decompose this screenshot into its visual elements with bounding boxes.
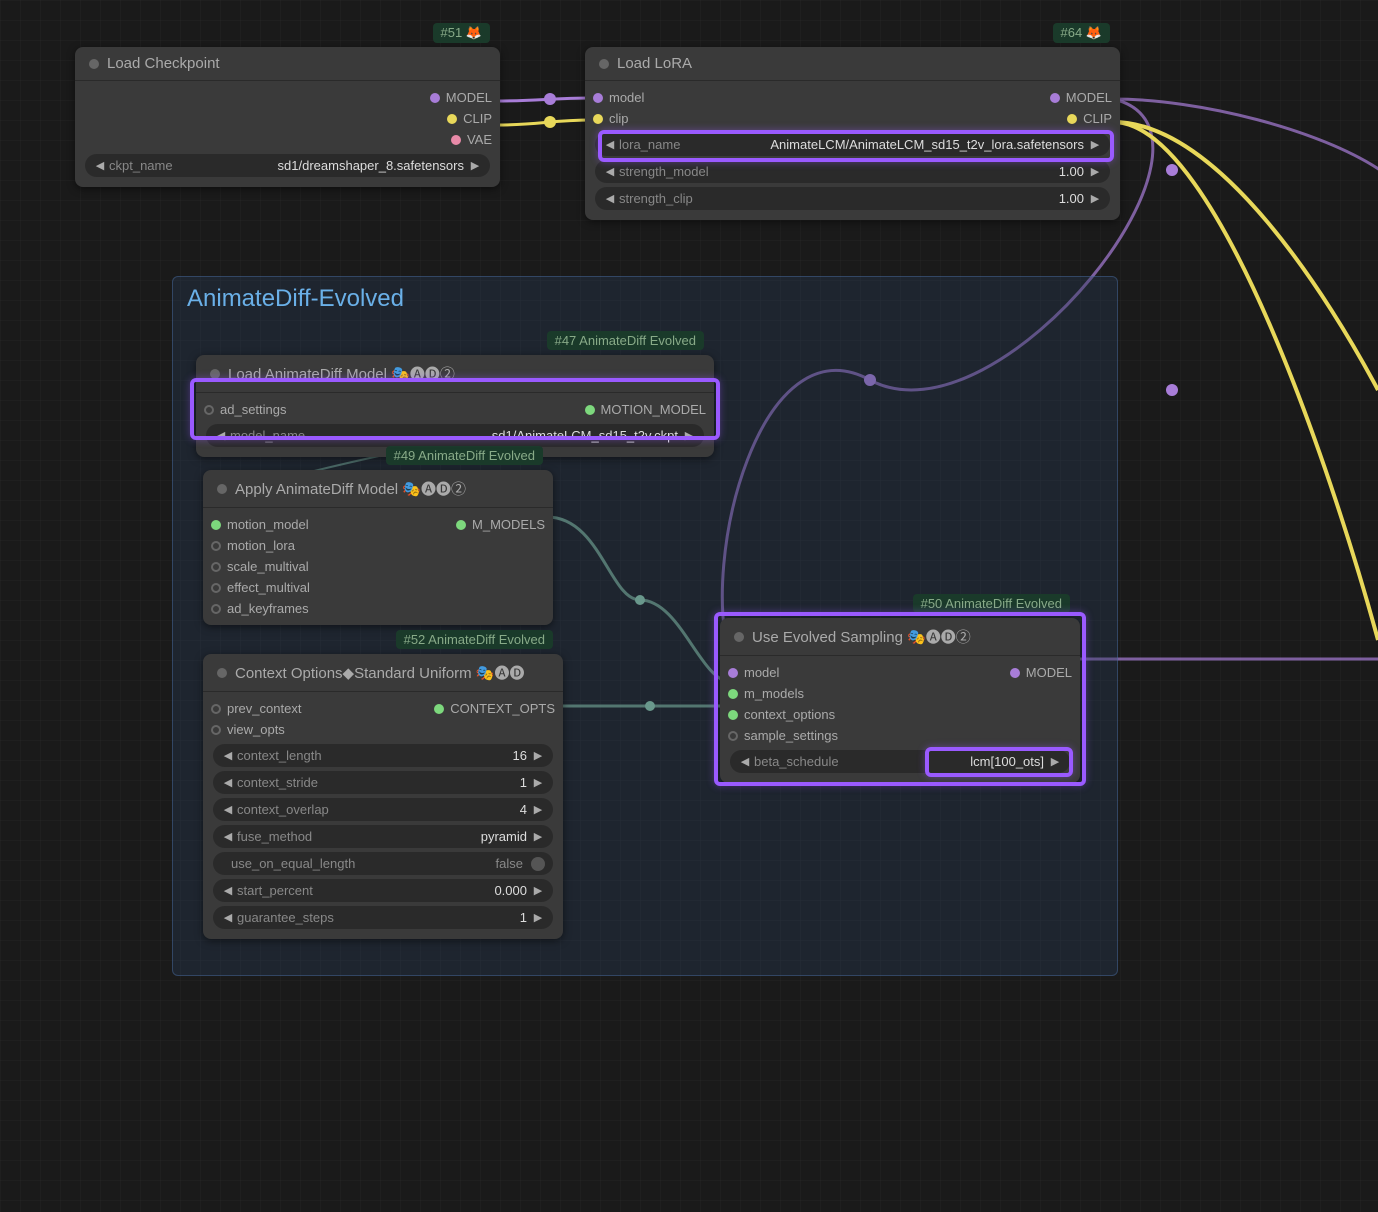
arrow-left-icon[interactable]: ◀ — [214, 429, 228, 442]
port-in-prev-context[interactable]: prev_context — [211, 701, 301, 716]
node-header[interactable]: Apply AnimateDiff Model 🎭🅐🅓② — [203, 470, 553, 508]
arrow-right-icon[interactable]: ▶ — [1088, 138, 1102, 151]
node-apply-ad-model[interactable]: #49 AnimateDiff Evolved Apply AnimateDif… — [203, 470, 553, 625]
port-in-ad-keyframes[interactable]: ad_keyframes — [211, 601, 309, 616]
node-title: Apply AnimateDiff Model 🎭🅐🅓② — [235, 478, 466, 499]
port-out-model[interactable]: MODEL — [430, 90, 492, 105]
node-title: Context Options◆Standard Uniform 🎭🅐🅓 — [235, 662, 525, 683]
widget-model-name[interactable]: ◀ model_name sd1/AnimateLCM_sd15_t2v.ckp… — [206, 424, 704, 447]
port-out-model[interactable]: MODEL — [1010, 665, 1072, 680]
arrow-right-icon[interactable]: ▶ — [468, 159, 482, 172]
node-load-lora[interactable]: #64 🦊 Load LoRA model MODEL clip CLIP ◀ … — [585, 47, 1120, 220]
widget-context-overlap[interactable]: ◀context_overlap4▶ — [213, 798, 553, 821]
port-in-ad-settings[interactable]: ad_settings — [204, 402, 287, 417]
collapse-dot[interactable] — [89, 59, 99, 69]
arrow-left-icon[interactable]: ◀ — [93, 159, 107, 172]
group-title: AnimateDiff-Evolved — [173, 277, 1117, 321]
collapse-dot[interactable] — [217, 484, 227, 494]
port-in-scale-multival[interactable]: scale_multival — [211, 559, 309, 574]
node-header[interactable]: Context Options◆Standard Uniform 🎭🅐🅓 — [203, 654, 563, 692]
collapse-dot[interactable] — [210, 369, 220, 379]
widget-use-on-equal-length[interactable]: use_on_equal_lengthfalse — [213, 852, 553, 875]
arrow-right-icon[interactable]: ▶ — [1088, 192, 1102, 205]
port-in-sample-settings[interactable]: sample_settings — [728, 728, 838, 743]
widget-start-percent[interactable]: ◀start_percent0.000▶ — [213, 879, 553, 902]
widget-context-length[interactable]: ◀context_length16▶ — [213, 744, 553, 767]
node-header[interactable]: Use Evolved Sampling 🎭🅐🅓② — [720, 618, 1080, 656]
node-tag: #52 AnimateDiff Evolved — [396, 630, 553, 649]
widget-context-stride[interactable]: ◀context_stride1▶ — [213, 771, 553, 794]
node-tag: #49 AnimateDiff Evolved — [386, 446, 543, 465]
collapse-dot[interactable] — [217, 668, 227, 678]
port-out-model[interactable]: MODEL — [1050, 90, 1112, 105]
node-tag: #51 🦊 — [433, 23, 491, 43]
arrow-left-icon[interactable]: ◀ — [603, 138, 617, 151]
port-out-vae[interactable]: VAE — [451, 132, 492, 147]
port-in-motion-model[interactable]: motion_model — [211, 517, 309, 532]
node-context-options[interactable]: #52 AnimateDiff Evolved Context Options◆… — [203, 654, 563, 939]
port-out-motion-model[interactable]: MOTION_MODEL — [585, 402, 706, 417]
port-in-context-options[interactable]: context_options — [728, 707, 835, 722]
widget-guarantee-steps[interactable]: ◀guarantee_steps1▶ — [213, 906, 553, 929]
node-header[interactable]: Load AnimateDiff Model 🎭🅐🅓② — [196, 355, 714, 393]
widget-lora-name[interactable]: ◀ lora_name AnimateLCM/AnimateLCM_sd15_t… — [595, 133, 1110, 156]
port-out-context-opts[interactable]: CONTEXT_OPTS — [434, 701, 555, 716]
node-header[interactable]: Load Checkpoint — [75, 47, 500, 81]
port-in-model[interactable]: model — [728, 665, 779, 680]
node-tag: #64 🦊 — [1053, 23, 1111, 43]
node-title: Load Checkpoint — [107, 55, 220, 72]
node-title: Load AnimateDiff Model 🎭🅐🅓② — [228, 363, 455, 384]
port-out-m-models[interactable]: M_MODELS — [456, 517, 545, 532]
node-tag: #47 AnimateDiff Evolved — [547, 331, 704, 350]
port-in-model[interactable]: model — [593, 90, 644, 105]
node-load-ad-model[interactable]: #47 AnimateDiff Evolved Load AnimateDiff… — [196, 355, 714, 457]
widget-beta-schedule[interactable]: ◀beta_schedulelcm[100_ots]▶ — [730, 750, 1070, 773]
node-evolved-sampling[interactable]: #50 AnimateDiff Evolved Use Evolved Samp… — [720, 618, 1080, 783]
port-in-m-models[interactable]: m_models — [728, 686, 804, 701]
port-in-clip[interactable]: clip — [593, 111, 629, 126]
port-in-effect-multival[interactable]: effect_multival — [211, 580, 310, 595]
node-tag: #50 AnimateDiff Evolved — [913, 594, 1070, 613]
port-in-view-opts[interactable]: view_opts — [211, 722, 285, 737]
collapse-dot[interactable] — [599, 59, 609, 69]
node-header[interactable]: Load LoRA — [585, 47, 1120, 81]
node-title: Load LoRA — [617, 55, 692, 72]
port-out-clip[interactable]: CLIP — [1067, 111, 1112, 126]
widget-fuse-method[interactable]: ◀fuse_methodpyramid▶ — [213, 825, 553, 848]
arrow-right-icon[interactable]: ▶ — [1088, 165, 1102, 178]
port-out-clip[interactable]: CLIP — [447, 111, 492, 126]
node-title: Use Evolved Sampling 🎭🅐🅓② — [752, 626, 971, 647]
widget-ckpt-name[interactable]: ◀ ckpt_name sd1/dreamshaper_8.safetensor… — [85, 154, 490, 177]
toggle-dot[interactable] — [531, 857, 545, 871]
arrow-left-icon[interactable]: ◀ — [603, 192, 617, 205]
arrow-left-icon[interactable]: ◀ — [603, 165, 617, 178]
collapse-dot[interactable] — [734, 632, 744, 642]
widget-strength-clip[interactable]: ◀ strength_clip 1.00 ▶ — [595, 187, 1110, 210]
arrow-right-icon[interactable]: ▶ — [682, 429, 696, 442]
widget-strength-model[interactable]: ◀ strength_model 1.00 ▶ — [595, 160, 1110, 183]
node-load-checkpoint[interactable]: #51 🦊 Load Checkpoint MODEL CLIP VAE ◀ c… — [75, 47, 500, 187]
port-in-motion-lora[interactable]: motion_lora — [211, 538, 295, 553]
